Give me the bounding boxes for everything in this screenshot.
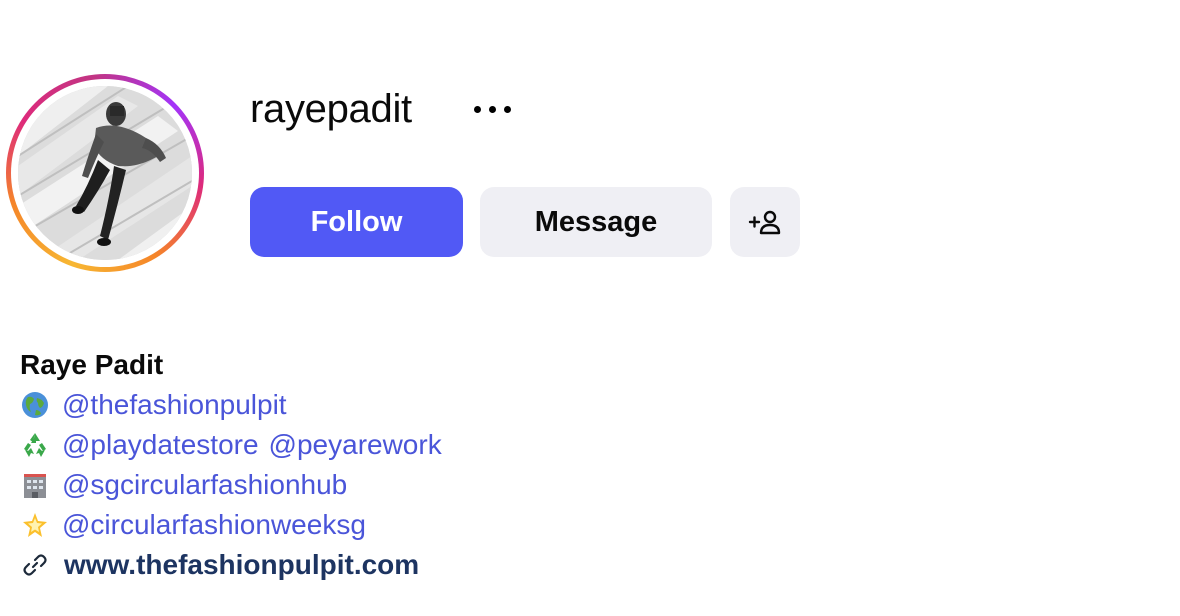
- suggested-accounts-button[interactable]: [730, 187, 800, 257]
- message-button[interactable]: Message: [480, 187, 712, 257]
- avatar-photo: [18, 86, 192, 260]
- bio-mention[interactable]: @playdatestore: [62, 425, 259, 465]
- bio-line: @thefashionpulpit: [20, 385, 720, 425]
- recycle-icon: [24, 433, 46, 457]
- more-dot: [488, 105, 496, 113]
- username: rayepadit: [250, 87, 412, 131]
- bio-line: @circularfashionweeksg: [20, 505, 720, 545]
- bio-line: @playdatestore @peyarework: [20, 425, 720, 465]
- glowing-star-icon: [23, 513, 47, 537]
- bio-line: @sgcircularfashionhub: [20, 465, 720, 505]
- bio-mention[interactable]: @peyarework: [269, 425, 442, 465]
- bio-mention[interactable]: @circularfashionweeksg: [62, 505, 366, 545]
- more-dot: [473, 105, 481, 113]
- profile-page: rayepadit Follow Message Raye Padit @the…: [0, 0, 1180, 616]
- website-line: www.thefashionpulpit.com: [20, 545, 720, 585]
- avatar-ring-gap: [11, 79, 199, 267]
- profile-avatar[interactable]: [6, 74, 204, 272]
- website-link[interactable]: www.thefashionpulpit.com: [64, 545, 419, 585]
- profile-bio: Raye Padit @thefashionpulpit @playdatest…: [20, 345, 720, 585]
- full-name: Raye Padit: [20, 349, 164, 380]
- more-options-icon[interactable]: [462, 92, 522, 126]
- office-building-icon: [24, 474, 46, 498]
- link-icon: [23, 554, 47, 576]
- bio-mention[interactable]: @thefashionpulpit: [62, 385, 287, 425]
- add-person-icon: [748, 210, 781, 235]
- follow-button[interactable]: Follow: [250, 187, 463, 257]
- globe-icon: [22, 392, 48, 418]
- bio-mention[interactable]: @sgcircularfashionhub: [62, 465, 347, 505]
- more-dot: [503, 105, 511, 113]
